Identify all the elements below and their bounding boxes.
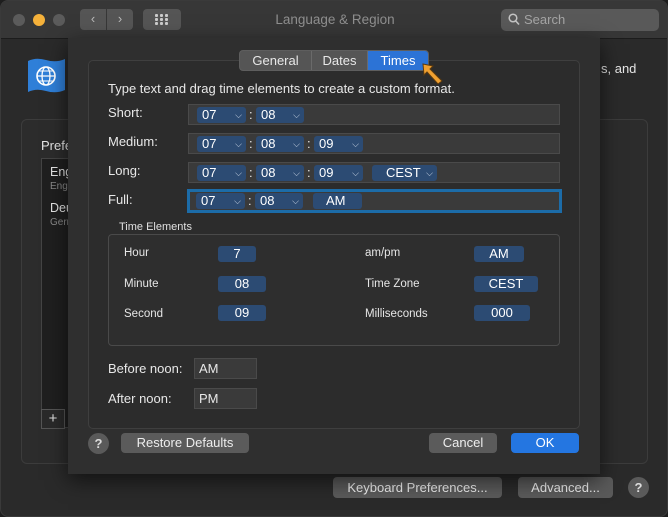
format-tabs: General Dates Times (239, 50, 429, 71)
hour-element-label: Hour (124, 247, 149, 259)
before-noon-field[interactable]: AM (194, 358, 257, 379)
hour-token[interactable]: 07 ⌵ (197, 165, 246, 181)
medium-format-field[interactable]: 07 ⌵ : 08 ⌵ : 09 ⌵ (188, 133, 560, 154)
add-language-button[interactable]: + (41, 409, 65, 429)
chevron-down-icon: ⌵ (235, 110, 242, 120)
separator-text: : (248, 193, 252, 208)
minute-token[interactable]: 08 ⌵ (255, 193, 303, 209)
customize-times-sheet: General Dates Times Type text and drag t… (68, 38, 600, 474)
after-noon-label: After noon: (108, 391, 172, 406)
pane-description: s, and (601, 61, 637, 76)
hour-token[interactable]: 07 ⌵ (197, 107, 246, 123)
chevron-down-icon: ⌵ (293, 168, 300, 178)
second-element-label: Second (124, 308, 164, 320)
before-noon-label: Before noon: (108, 361, 183, 376)
minute-element-label: Minute (124, 278, 159, 290)
chevron-down-icon: ⌵ (235, 139, 242, 149)
hour-token[interactable]: 07 ⌵ (196, 193, 245, 209)
separator-text: : (307, 165, 311, 180)
timezone-element-token[interactable]: CEST (474, 276, 538, 292)
chevron-down-icon: ⌵ (352, 139, 359, 149)
search-placeholder: Search (524, 12, 566, 27)
globe-flag-icon (28, 58, 65, 93)
cursor-arrow-icon (422, 63, 443, 85)
chevron-down-icon: ⌵ (292, 196, 299, 206)
minute-token[interactable]: 08 ⌵ (256, 107, 304, 123)
separator-text: : (249, 165, 253, 180)
full-format-field[interactable]: 07 ⌵ : 08 ⌵ AM (187, 189, 562, 213)
hour-element-token[interactable]: 7 (218, 246, 256, 262)
search-icon (508, 13, 520, 26)
milliseconds-element-token[interactable]: 000 (474, 305, 530, 321)
timezone-token[interactable]: CEST ⌵ (372, 165, 437, 181)
chevron-down-icon: ⌵ (234, 196, 241, 206)
ampm-element-label: am/pm (365, 247, 401, 259)
tab-general[interactable]: General (240, 51, 312, 70)
separator-text: : (249, 136, 253, 151)
restore-defaults-button[interactable]: Restore Defaults (121, 433, 249, 453)
second-element-token[interactable]: 09 (218, 305, 266, 321)
time-elements-title: Time Elements (119, 221, 192, 233)
short-format-label: Short: (108, 105, 143, 120)
chevron-down-icon: ⌵ (293, 139, 300, 149)
long-format-label: Long: (108, 163, 141, 178)
ampm-element-token[interactable]: AM (474, 246, 524, 262)
after-noon-field[interactable]: PM (194, 388, 257, 409)
ampm-token[interactable]: AM (313, 193, 362, 209)
search-field[interactable]: Search (501, 9, 659, 31)
second-token[interactable]: 09 ⌵ (314, 136, 363, 152)
chevron-down-icon: ⌵ (352, 168, 359, 178)
full-format-label: Full: (108, 192, 133, 207)
title-bar: ‹ › Language & Region Search (1, 1, 667, 39)
chevron-down-icon: ⌵ (235, 168, 242, 178)
separator-text: : (307, 136, 311, 151)
milliseconds-element-label: Milliseconds (365, 308, 428, 320)
long-format-field[interactable]: 07 ⌵ : 08 ⌵ : 09 ⌵ CEST ⌵ (188, 162, 560, 183)
tab-times[interactable]: Times (368, 51, 428, 70)
advanced-button[interactable]: Advanced... (518, 477, 613, 498)
cancel-button[interactable]: Cancel (429, 433, 497, 453)
timezone-element-label: Time Zone (365, 278, 420, 290)
keyboard-preferences-button[interactable]: Keyboard Preferences... (333, 477, 502, 498)
ok-button[interactable]: OK (511, 433, 579, 453)
chevron-down-icon: ⌵ (426, 168, 433, 178)
hour-token[interactable]: 07 ⌵ (197, 136, 246, 152)
language-item-english-sub: Eng (50, 181, 68, 192)
minute-token[interactable]: 08 ⌵ (256, 165, 304, 181)
second-token[interactable]: 09 ⌵ (314, 165, 363, 181)
instruction-text: Type text and drag time elements to crea… (108, 81, 455, 96)
tab-dates[interactable]: Dates (312, 51, 368, 70)
medium-format-label: Medium: (108, 134, 158, 149)
short-format-field[interactable]: 07 ⌵ : 08 ⌵ (188, 104, 560, 125)
minute-token[interactable]: 08 ⌵ (256, 136, 304, 152)
sheet-help-button[interactable]: ? (88, 433, 109, 454)
separator-text: : (249, 107, 253, 122)
minute-element-token[interactable]: 08 (218, 276, 266, 292)
chevron-down-icon: ⌵ (293, 110, 300, 120)
help-button[interactable]: ? (628, 477, 649, 498)
